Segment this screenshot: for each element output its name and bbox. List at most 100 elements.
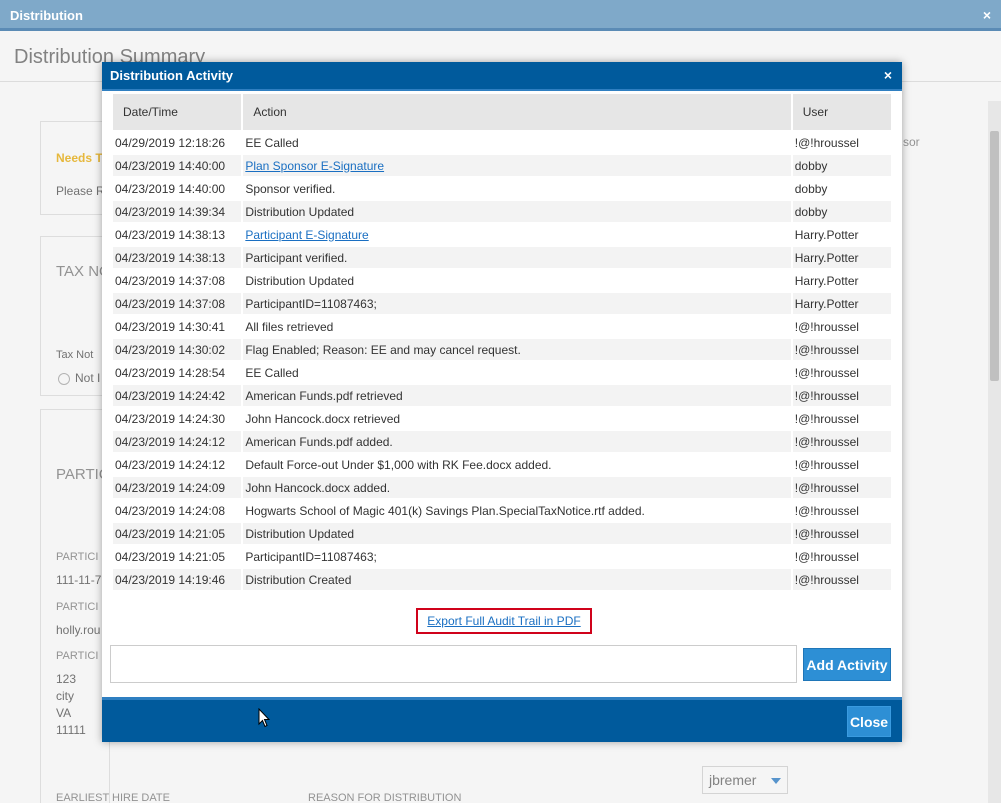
- activity-input[interactable]: [110, 645, 797, 683]
- cell-user: !@!hroussel: [792, 477, 891, 498]
- table-row: 04/23/2019 14:40:00 Plan Sponsor E-Signat…: [113, 155, 891, 176]
- cell-datetime: 04/23/2019 14:28:54: [113, 362, 242, 383]
- cell-user: !@!hroussel: [792, 500, 891, 521]
- activity-table-body: 04/29/2019 12:18:26 EE Called !@!hroussel 0…: [113, 132, 891, 590]
- cell-datetime: 04/23/2019 14:30:41: [113, 316, 242, 337]
- cell-user: !@!hroussel: [792, 316, 891, 337]
- export-highlight-box: Export Full Audit Trail in PDF: [416, 608, 592, 634]
- mouse-cursor-icon: [258, 708, 270, 728]
- cell-action: American Funds.pdf retrieved: [243, 385, 791, 406]
- cell-user: dobby: [792, 178, 891, 199]
- table-row: 04/23/2019 14:21:05 Distribution Updated!…: [113, 523, 891, 544]
- cell-datetime: 04/29/2019 12:18:26: [113, 132, 242, 153]
- table-row: 04/23/2019 14:24:42 American Funds.pdf re…: [113, 385, 891, 406]
- activity-table: Date/Time Action User 04/29/2019 12:18:2…: [111, 92, 893, 592]
- window-title: Distribution: [10, 8, 83, 23]
- table-row: 04/23/2019 14:24:08 Hogwarts School of Ma…: [113, 500, 891, 521]
- table-row: 04/23/2019 14:30:02 Flag Enabled; Reason:…: [113, 339, 891, 360]
- cell-user: !@!hroussel: [792, 132, 891, 153]
- modal-close-icon[interactable]: ×: [884, 67, 892, 83]
- cell-datetime: 04/23/2019 14:24:09: [113, 477, 242, 498]
- modal-titlebar: Distribution Activity ×: [102, 62, 902, 91]
- cell-user: dobby: [792, 155, 891, 176]
- cell-action: EE Called: [243, 362, 791, 383]
- cell-action: Distribution Created: [243, 569, 791, 590]
- table-row: 04/23/2019 14:21:05 ParticipantID=1108746…: [113, 546, 891, 567]
- cell-datetime: 04/23/2019 14:38:13: [113, 224, 242, 245]
- table-row: 04/23/2019 14:37:08 Distribution Updated H…: [113, 270, 891, 291]
- cell-action: John Hancock.docx added.: [243, 477, 791, 498]
- action-link[interactable]: Plan Sponsor E-Signature: [245, 159, 384, 173]
- column-header-datetime[interactable]: Date/Time: [113, 94, 242, 130]
- cell-action: All files retrieved: [243, 316, 791, 337]
- cell-datetime: 04/23/2019 14:24:30: [113, 408, 242, 429]
- window-titlebar: Distribution ×: [0, 0, 1001, 31]
- cell-action: EE Called: [243, 132, 791, 153]
- cell-datetime: 04/23/2019 14:19:46: [113, 569, 242, 590]
- table-row: 04/23/2019 14:38:13 Participant E-Signatu…: [113, 224, 891, 245]
- table-row: 04/23/2019 14:40:00 Sponsor verified. dobb…: [113, 178, 891, 199]
- table-row: 04/23/2019 14:37:08 ParticipantID=1108746…: [113, 293, 891, 314]
- column-header-user[interactable]: User: [792, 94, 891, 130]
- table-row: 04/23/2019 14:39:34 Distribution Updated d…: [113, 201, 891, 222]
- cell-user: !@!hroussel: [792, 339, 891, 360]
- cell-action: Distribution Updated: [243, 201, 791, 222]
- cell-action: Participant verified.: [243, 247, 791, 268]
- cell-datetime: 04/23/2019 14:37:08: [113, 270, 242, 291]
- cell-datetime: 04/23/2019 14:37:08: [113, 293, 242, 314]
- add-activity-button[interactable]: Add Activity: [803, 648, 891, 681]
- distribution-activity-modal: Distribution Activity × Date/Time Action…: [102, 62, 902, 742]
- cell-user: Harry.Potter: [792, 293, 891, 314]
- cell-action: Distribution Updated: [243, 270, 791, 291]
- table-row: 04/23/2019 14:24:12 Default Force-out Und…: [113, 454, 891, 475]
- cell-action: ParticipantID=11087463;: [243, 546, 791, 567]
- cell-datetime: 04/23/2019 14:24:08: [113, 500, 242, 521]
- window-close-icon[interactable]: ×: [983, 7, 991, 23]
- action-link[interactable]: Participant E-Signature: [245, 228, 368, 242]
- cell-action: Flag Enabled; Reason: EE and may cancel …: [243, 339, 791, 360]
- cell-datetime: 04/23/2019 14:40:00: [113, 178, 242, 199]
- cell-datetime: 04/23/2019 14:21:05: [113, 546, 242, 567]
- export-audit-trail-link[interactable]: Export Full Audit Trail in PDF: [427, 614, 580, 628]
- cell-datetime: 04/23/2019 14:30:02: [113, 339, 242, 360]
- table-row: 04/29/2019 12:18:26 EE Called !@!hroussel: [113, 132, 891, 153]
- cell-action: ParticipantID=11087463;: [243, 293, 791, 314]
- cell-user: !@!hroussel: [792, 408, 891, 429]
- modal-footer: Close: [102, 697, 902, 742]
- modal-title: Distribution Activity: [110, 68, 234, 83]
- activity-table-container[interactable]: Date/Time Action User 04/29/2019 12:18:2…: [111, 92, 893, 592]
- table-row: 04/23/2019 14:24:12 American Funds.pdf ad…: [113, 431, 891, 452]
- cell-datetime: 04/23/2019 14:38:13: [113, 247, 242, 268]
- cell-datetime: 04/23/2019 14:24:42: [113, 385, 242, 406]
- cell-user: !@!hroussel: [792, 569, 891, 590]
- table-row: 04/23/2019 14:28:54 EE Called !@!hroussel: [113, 362, 891, 383]
- cell-user: !@!hroussel: [792, 454, 891, 475]
- cell-action: American Funds.pdf added.: [243, 431, 791, 452]
- cell-datetime: 04/23/2019 14:21:05: [113, 523, 242, 544]
- table-row: 04/23/2019 14:38:13 Participant verified.…: [113, 247, 891, 268]
- table-header-row: Date/Time Action User: [113, 94, 891, 130]
- table-row: 04/23/2019 14:24:30 John Hancock.docx ret…: [113, 408, 891, 429]
- cell-action: John Hancock.docx retrieved: [243, 408, 791, 429]
- cell-datetime: 04/23/2019 14:39:34: [113, 201, 242, 222]
- cell-action: Participant E-Signature: [243, 224, 791, 245]
- cell-user: Harry.Potter: [792, 247, 891, 268]
- cell-user: !@!hroussel: [792, 431, 891, 452]
- cell-datetime: 04/23/2019 14:40:00: [113, 155, 242, 176]
- cell-user: Harry.Potter: [792, 270, 891, 291]
- cell-action: Plan Sponsor E-Signature: [243, 155, 791, 176]
- cell-datetime: 04/23/2019 14:24:12: [113, 431, 242, 452]
- cell-user: dobby: [792, 201, 891, 222]
- cell-action: Hogwarts School of Magic 401(k) Savings …: [243, 500, 791, 521]
- cell-user: !@!hroussel: [792, 385, 891, 406]
- cell-action: Distribution Updated: [243, 523, 791, 544]
- column-header-action[interactable]: Action: [243, 94, 791, 130]
- table-row: 04/23/2019 14:19:46 Distribution Created!…: [113, 569, 891, 590]
- cell-user: !@!hroussel: [792, 523, 891, 544]
- close-button[interactable]: Close: [847, 706, 891, 737]
- cell-action: Default Force-out Under $1,000 with RK F…: [243, 454, 791, 475]
- cell-user: !@!hroussel: [792, 546, 891, 567]
- cell-user: Harry.Potter: [792, 224, 891, 245]
- cell-user: !@!hroussel: [792, 362, 891, 383]
- table-row: 04/23/2019 14:30:41 All files retrieved !@…: [113, 316, 891, 337]
